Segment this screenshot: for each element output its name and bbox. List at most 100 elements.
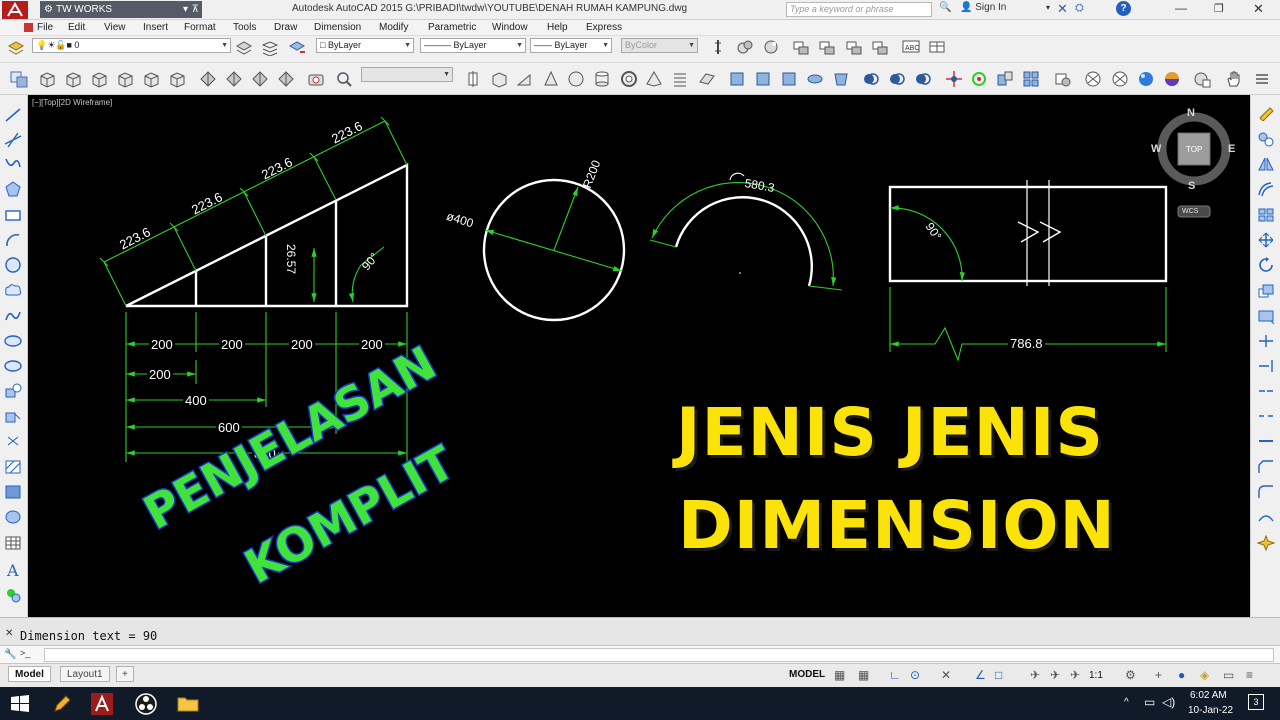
- autocad-taskbar-icon[interactable]: [90, 692, 114, 716]
- minimize-button[interactable]: —: [1175, 1, 1187, 15]
- snap-icon[interactable]: ▦: [858, 668, 869, 682]
- helix-icon[interactable]: [671, 70, 689, 88]
- intersect-icon[interactable]: [780, 70, 798, 88]
- copy-clip-icon[interactable]: [792, 40, 810, 56]
- menu-window[interactable]: Window: [492, 22, 528, 33]
- annotation-scale-icon[interactable]: ✈: [1070, 668, 1080, 682]
- hatch-icon[interactable]: [4, 459, 22, 475]
- sweep-icon[interactable]: [251, 70, 269, 88]
- explode-icon[interactable]: [1257, 535, 1275, 551]
- break-icon[interactable]: [1257, 408, 1275, 424]
- shade-hidden-icon[interactable]: [1111, 70, 1129, 88]
- fillet-icon[interactable]: [1257, 484, 1275, 500]
- pyramid-3d-icon[interactable]: [645, 70, 663, 88]
- chevron-down-icon[interactable]: ▾: [183, 1, 188, 18]
- menu-dimension[interactable]: Dimension: [314, 22, 361, 33]
- measure-icon[interactable]: [709, 39, 727, 55]
- construction-line-icon[interactable]: [4, 132, 22, 148]
- auto-scale-icon[interactable]: ✈: [1050, 668, 1060, 682]
- clock-time[interactable]: 6:02 AM: [1190, 690, 1227, 701]
- wedge-icon[interactable]: [64, 70, 82, 88]
- revolve-icon[interactable]: [225, 70, 243, 88]
- render-icon[interactable]: [762, 39, 780, 55]
- file-explorer-icon[interactable]: [176, 692, 200, 716]
- menu-edit[interactable]: Edit: [68, 22, 85, 33]
- convert-solid-icon[interactable]: [914, 70, 932, 88]
- chevron-down-icon[interactable]: ▾: [1046, 3, 1050, 12]
- 3d-array-icon[interactable]: [1022, 70, 1040, 88]
- tab-model[interactable]: Model: [8, 666, 51, 682]
- rotate-icon[interactable]: [1257, 257, 1275, 273]
- menu-parametric[interactable]: Parametric: [428, 22, 476, 33]
- viewcube-top-face[interactable]: TOP: [1186, 145, 1202, 154]
- table-style-icon[interactable]: [928, 39, 946, 55]
- spline-icon[interactable]: [4, 308, 22, 324]
- object-snap-icon[interactable]: □: [995, 668, 1002, 682]
- menu-help[interactable]: Help: [547, 22, 568, 33]
- insert-block-icon[interactable]: [4, 383, 22, 399]
- torus-solid-icon[interactable]: [168, 70, 186, 88]
- help-icon[interactable]: ?: [1116, 1, 1131, 16]
- 3d-rotate-icon[interactable]: [970, 70, 988, 88]
- linetype-dropdown[interactable]: ——— ByLayer ▼: [420, 38, 526, 53]
- shade-wireframe-icon[interactable]: [1084, 70, 1102, 88]
- binoculars-icon[interactable]: 🔍: [939, 2, 951, 13]
- viewcube-south[interactable]: S: [1188, 180, 1195, 192]
- isodraft-icon[interactable]: ✕: [941, 668, 951, 682]
- hide-icon[interactable]: [1054, 70, 1072, 88]
- wrench-icon[interactable]: 🔧: [4, 649, 16, 660]
- sign-in-button[interactable]: 👤 Sign In: [960, 2, 1006, 13]
- layer-previous-icon[interactable]: [261, 40, 279, 56]
- scale-icon[interactable]: [1257, 283, 1275, 299]
- match-properties-icon[interactable]: [845, 40, 863, 56]
- blend-curves-icon[interactable]: [1257, 509, 1275, 525]
- a360-icon[interactable]: ⛭: [1075, 2, 1084, 15]
- make-block-icon[interactable]: [4, 408, 22, 424]
- array-icon[interactable]: [1257, 207, 1275, 223]
- planar-surface-icon[interactable]: [698, 70, 716, 88]
- pencil-app-icon[interactable]: [50, 692, 74, 716]
- menu-express[interactable]: Express: [586, 22, 622, 33]
- join-icon[interactable]: [1257, 433, 1275, 449]
- stretch-icon[interactable]: [1257, 308, 1275, 324]
- quick-calc-icon[interactable]: [736, 39, 754, 55]
- revision-cloud-icon[interactable]: [4, 283, 22, 299]
- interfere-icon[interactable]: [832, 70, 850, 88]
- autocad-logo-icon[interactable]: [2, 1, 28, 19]
- polar-icon[interactable]: ⊙: [910, 668, 920, 682]
- chevron-up-icon[interactable]: ^: [1124, 697, 1129, 708]
- box-3d-icon[interactable]: [490, 70, 508, 88]
- annotation-scale-value[interactable]: 1:1: [1089, 670, 1103, 681]
- hardware-acceleration-icon[interactable]: ◈: [1200, 668, 1209, 682]
- maximize-button[interactable]: ❐: [1214, 2, 1224, 15]
- shade-realistic-icon[interactable]: [1137, 70, 1155, 88]
- menu-file[interactable]: File: [37, 22, 53, 33]
- chamfer-icon[interactable]: [1257, 459, 1275, 475]
- viewcube-north[interactable]: N: [1187, 107, 1195, 119]
- shade-conceptual-icon[interactable]: [1163, 70, 1181, 88]
- command-prompt-icon[interactable]: >_: [20, 648, 30, 658]
- customization-icon[interactable]: ≡: [1246, 668, 1253, 682]
- make-current-layer-icon[interactable]: [235, 40, 253, 56]
- menu-format[interactable]: Format: [184, 22, 216, 33]
- plus-icon[interactable]: +: [1155, 668, 1162, 682]
- extrude-icon[interactable]: [199, 70, 217, 88]
- polyline-icon[interactable]: [4, 155, 22, 171]
- volume-icon[interactable]: ◁): [1162, 695, 1175, 709]
- isolate-objects-icon[interactable]: ●: [1178, 668, 1185, 682]
- command-input[interactable]: [44, 648, 1274, 662]
- windows-start-icon[interactable]: [8, 692, 32, 716]
- color-dropdown[interactable]: □ ByLayer ▼: [316, 38, 414, 53]
- subtract-icon[interactable]: [754, 70, 772, 88]
- viewport-controls[interactable]: [−][Top][2D Wireframe]: [32, 98, 112, 107]
- layer-walk-icon[interactable]: [10, 70, 28, 88]
- zoom-search-icon[interactable]: [335, 70, 353, 88]
- visual-style-dropdown[interactable]: ▼: [361, 67, 453, 82]
- paste-icon[interactable]: [818, 40, 836, 56]
- multiline-text-icon[interactable]: A: [4, 561, 22, 577]
- ellipse-icon[interactable]: [4, 333, 22, 349]
- point-icon[interactable]: [4, 433, 22, 449]
- menu-modify[interactable]: Modify: [379, 22, 408, 33]
- ucs-menu[interactable]: WCS: [1182, 208, 1198, 215]
- menu-tools[interactable]: Tools: [233, 22, 256, 33]
